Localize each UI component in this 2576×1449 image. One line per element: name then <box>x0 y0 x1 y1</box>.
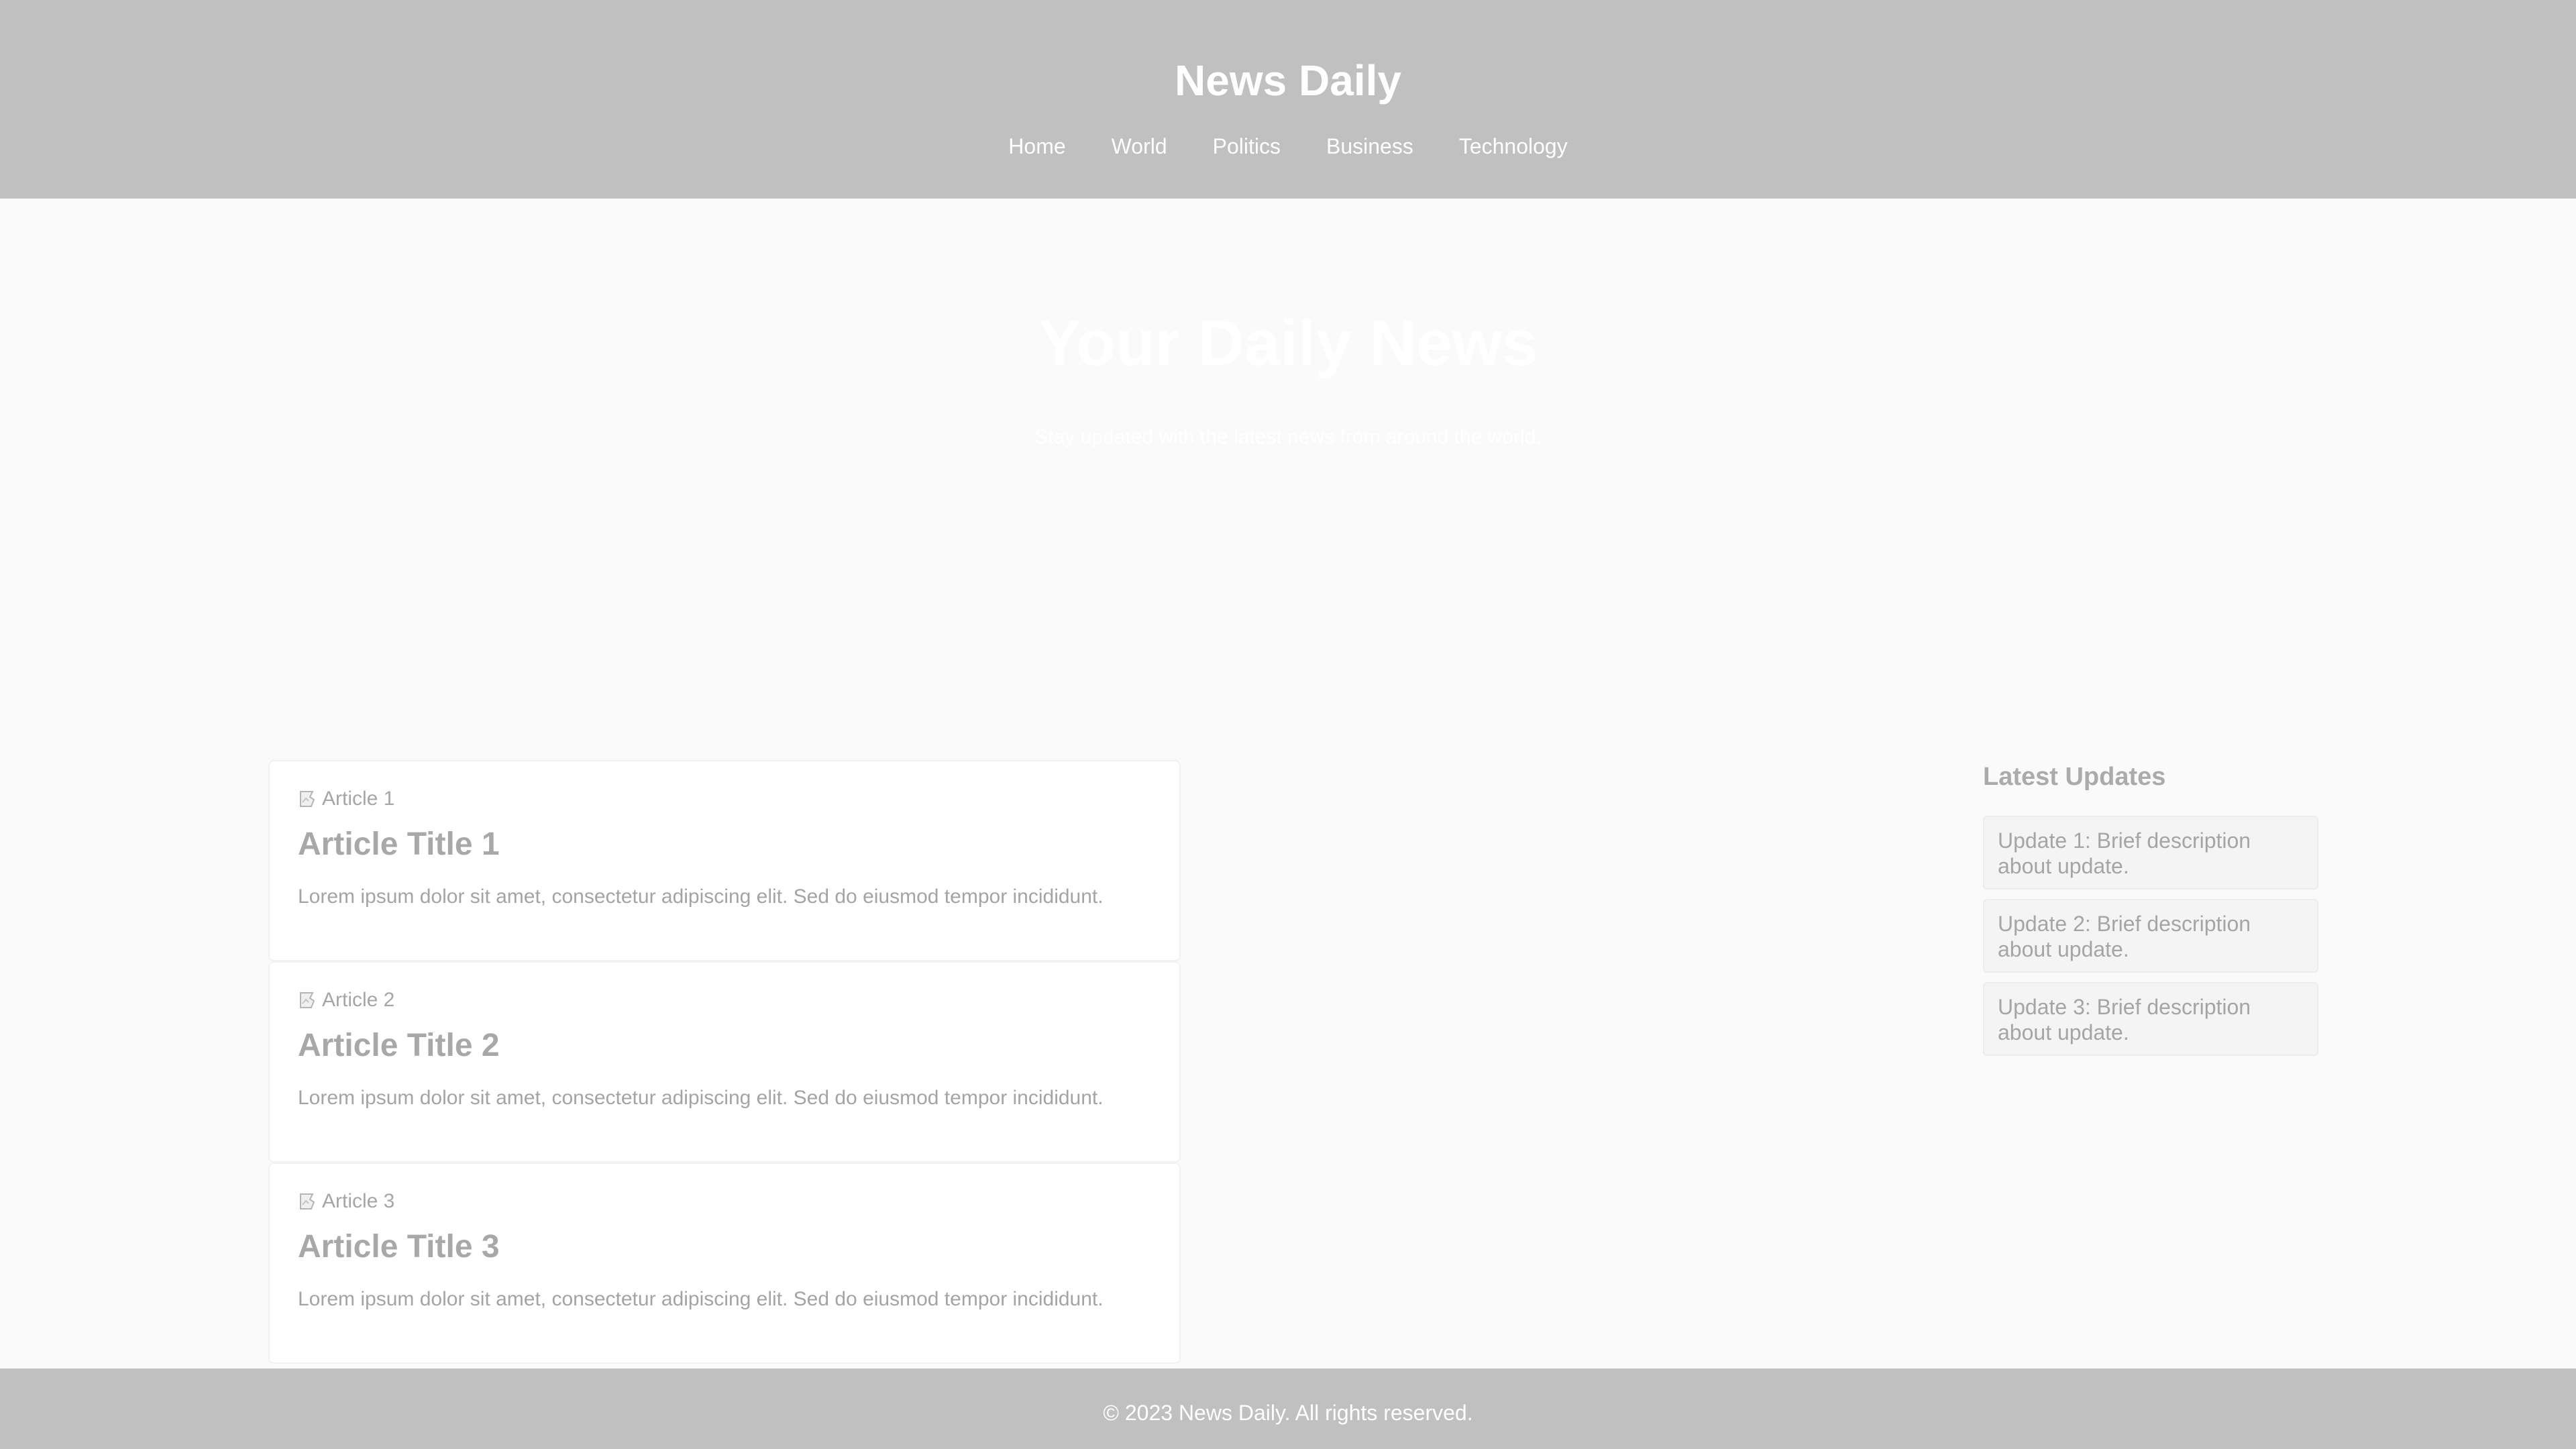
broken-image-icon <box>300 791 315 807</box>
article-card[interactable]: Article 2 Article Title 2 Lorem ipsum do… <box>268 961 1181 1163</box>
site-title: News Daily <box>1175 56 1401 105</box>
site-header: News Daily Home World Politics Business … <box>0 0 2576 199</box>
article-excerpt: Lorem ipsum dolor sit amet, consectetur … <box>298 1087 1104 1109</box>
hero-section: Your Daily News Stay updated with the la… <box>0 199 2576 722</box>
hero-subtitle: Stay updated with the latest news from a… <box>1034 426 1542 448</box>
nav-link-home[interactable]: Home <box>1008 130 1065 162</box>
broken-image-icon <box>300 992 315 1008</box>
article-excerpt: Lorem ipsum dolor sit amet, consectetur … <box>298 885 1104 908</box>
nav-link-technology[interactable]: Technology <box>1459 130 1568 162</box>
article-excerpt: Lorem ipsum dolor sit amet, consectetur … <box>298 1288 1104 1310</box>
article-image-alt: Article 3 <box>322 1190 395 1212</box>
broken-image-icon <box>300 1193 315 1210</box>
article-image-alt: Article 1 <box>322 788 395 810</box>
footer-copyright: © 2023 News Daily. All rights reserved. <box>1103 1401 1473 1425</box>
article-image: Article 2 <box>298 987 1152 1014</box>
update-item[interactable]: Update 3: Brief description about update… <box>1983 982 2318 1056</box>
articles-list: Article 1 Article Title 1 Lorem ipsum do… <box>268 760 1181 1364</box>
sidebar: Latest Updates Update 1: Brief descripti… <box>1983 758 2318 1065</box>
site-footer: © 2023 News Daily. All rights reserved. <box>0 1368 2576 1449</box>
update-item[interactable]: Update 2: Brief description about update… <box>1983 899 2318 973</box>
article-title[interactable]: Article Title 2 <box>298 1026 1152 1066</box>
main-nav: Home World Politics Business Technology <box>0 130 2576 162</box>
article-image: Article 1 <box>298 786 1152 812</box>
hero-title: Your Daily News <box>1038 307 1538 379</box>
article-title[interactable]: Article Title 1 <box>298 824 1152 865</box>
article-card[interactable]: Article 3 Article Title 3 Lorem ipsum do… <box>268 1163 1181 1364</box>
sidebar-heading: Latest Updates <box>1983 763 2166 791</box>
nav-link-world[interactable]: World <box>1112 130 1167 162</box>
article-image: Article 3 <box>298 1188 1152 1215</box>
article-title[interactable]: Article Title 3 <box>298 1227 1152 1267</box>
nav-link-business[interactable]: Business <box>1326 130 1413 162</box>
update-item[interactable]: Update 1: Brief description about update… <box>1983 816 2318 890</box>
article-card[interactable]: Article 1 Article Title 1 Lorem ipsum do… <box>268 760 1181 961</box>
article-image-alt: Article 2 <box>322 989 395 1011</box>
nav-link-politics[interactable]: Politics <box>1213 130 1281 162</box>
